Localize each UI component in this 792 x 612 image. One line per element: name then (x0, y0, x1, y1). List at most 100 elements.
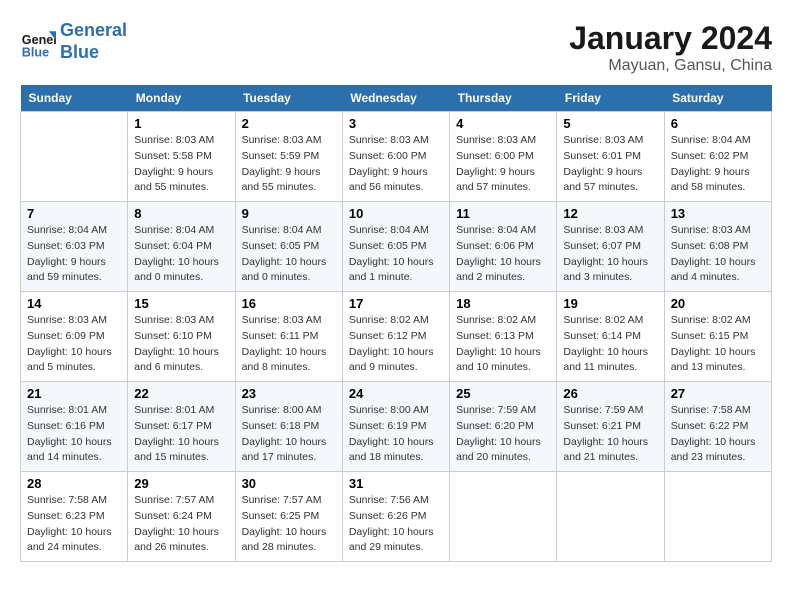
day-info: Sunrise: 8:04 AMSunset: 6:06 PMDaylight:… (456, 223, 550, 286)
day-number: 15 (134, 296, 228, 311)
day-number: 2 (242, 116, 336, 131)
day-number: 6 (671, 116, 765, 131)
day-info: Sunrise: 8:04 AMSunset: 6:04 PMDaylight:… (134, 223, 228, 286)
weekday-header: Tuesday (235, 85, 342, 112)
day-number: 8 (134, 206, 228, 221)
weekday-header: Saturday (664, 85, 771, 112)
calendar-day-cell (557, 472, 664, 562)
weekday-header: Thursday (450, 85, 557, 112)
day-number: 19 (563, 296, 657, 311)
day-info: Sunrise: 8:04 AMSunset: 6:05 PMDaylight:… (242, 223, 336, 286)
day-info: Sunrise: 8:03 AMSunset: 6:08 PMDaylight:… (671, 223, 765, 286)
day-number: 9 (242, 206, 336, 221)
calendar-day-cell: 4 Sunrise: 8:03 AMSunset: 6:00 PMDaylight… (450, 112, 557, 202)
day-number: 20 (671, 296, 765, 311)
day-number: 1 (134, 116, 228, 131)
day-info: Sunrise: 8:03 AMSunset: 6:09 PMDaylight:… (27, 313, 121, 376)
page-header: General Blue General Blue January 2024 M… (20, 20, 772, 75)
calendar-day-cell: 13 Sunrise: 8:03 AMSunset: 6:08 PMDayligh… (664, 202, 771, 292)
calendar-week-row: 28 Sunrise: 7:58 AMSunset: 6:23 PMDayligh… (21, 472, 772, 562)
day-number: 18 (456, 296, 550, 311)
weekday-header: Sunday (21, 85, 128, 112)
day-info: Sunrise: 7:58 AMSunset: 6:23 PMDaylight:… (27, 493, 121, 556)
calendar-day-cell: 3 Sunrise: 8:03 AMSunset: 6:00 PMDaylight… (342, 112, 449, 202)
day-info: Sunrise: 7:57 AMSunset: 6:25 PMDaylight:… (242, 493, 336, 556)
day-number: 10 (349, 206, 443, 221)
calendar-day-cell: 9 Sunrise: 8:04 AMSunset: 6:05 PMDaylight… (235, 202, 342, 292)
day-number: 28 (27, 476, 121, 491)
calendar-day-cell: 10 Sunrise: 8:04 AMSunset: 6:05 PMDayligh… (342, 202, 449, 292)
day-info: Sunrise: 8:02 AMSunset: 6:14 PMDaylight:… (563, 313, 657, 376)
day-info: Sunrise: 8:02 AMSunset: 6:12 PMDaylight:… (349, 313, 443, 376)
day-number: 21 (27, 386, 121, 401)
day-info: Sunrise: 8:00 AMSunset: 6:18 PMDaylight:… (242, 403, 336, 466)
day-number: 12 (563, 206, 657, 221)
calendar-day-cell: 7 Sunrise: 8:04 AMSunset: 6:03 PMDaylight… (21, 202, 128, 292)
logo-general: General (60, 20, 127, 42)
calendar-day-cell: 12 Sunrise: 8:03 AMSunset: 6:07 PMDayligh… (557, 202, 664, 292)
calendar-day-cell: 26Sunrise: 7:59 AMSunset: 6:21 PMDayligh… (557, 382, 664, 472)
weekday-header: Monday (128, 85, 235, 112)
day-number: 29 (134, 476, 228, 491)
day-number: 23 (242, 386, 336, 401)
calendar-day-cell: 5 Sunrise: 8:03 AMSunset: 6:01 PMDaylight… (557, 112, 664, 202)
weekday-header: Friday (557, 85, 664, 112)
day-number: 31 (349, 476, 443, 491)
day-info: Sunrise: 7:58 AMSunset: 6:22 PMDaylight:… (671, 403, 765, 466)
calendar-day-cell (21, 112, 128, 202)
day-number: 5 (563, 116, 657, 131)
calendar-week-row: 1Sunrise: 8:03 AMSunset: 5:58 PMDaylight… (21, 112, 772, 202)
day-info: Sunrise: 7:57 AMSunset: 6:24 PMDaylight:… (134, 493, 228, 556)
day-number: 13 (671, 206, 765, 221)
calendar-day-cell: 24Sunrise: 8:00 AMSunset: 6:19 PMDayligh… (342, 382, 449, 472)
calendar-day-cell: 19 Sunrise: 8:02 AMSunset: 6:14 PMDayligh… (557, 292, 664, 382)
calendar-day-cell (450, 472, 557, 562)
calendar-day-cell: 2 Sunrise: 8:03 AMSunset: 5:59 PMDaylight… (235, 112, 342, 202)
calendar-day-cell: 21Sunrise: 8:01 AMSunset: 6:16 PMDayligh… (21, 382, 128, 472)
calendar-week-row: 21Sunrise: 8:01 AMSunset: 6:16 PMDayligh… (21, 382, 772, 472)
day-info: Sunrise: 8:04 AMSunset: 6:02 PMDaylight:… (671, 133, 765, 196)
day-info: Sunrise: 8:04 AMSunset: 6:05 PMDaylight:… (349, 223, 443, 286)
calendar-day-cell: 11Sunrise: 8:04 AMSunset: 6:06 PMDayligh… (450, 202, 557, 292)
logo-icon: General Blue (20, 24, 56, 60)
day-info: Sunrise: 8:03 AMSunset: 6:00 PMDaylight:… (349, 133, 443, 196)
day-info: Sunrise: 8:01 AMSunset: 6:17 PMDaylight:… (134, 403, 228, 466)
day-info: Sunrise: 8:02 AMSunset: 6:15 PMDaylight:… (671, 313, 765, 376)
day-number: 24 (349, 386, 443, 401)
location-title: Mayuan, Gansu, China (569, 57, 772, 75)
calendar-day-cell: 6 Sunrise: 8:04 AMSunset: 6:02 PMDaylight… (664, 112, 771, 202)
calendar-day-cell: 20 Sunrise: 8:02 AMSunset: 6:15 PMDayligh… (664, 292, 771, 382)
month-title: January 2024 (569, 20, 772, 57)
calendar-day-cell: 16Sunrise: 8:03 AMSunset: 6:11 PMDayligh… (235, 292, 342, 382)
calendar-day-cell: 23 Sunrise: 8:00 AMSunset: 6:18 PMDayligh… (235, 382, 342, 472)
day-info: Sunrise: 8:03 AMSunset: 6:00 PMDaylight:… (456, 133, 550, 196)
day-number: 14 (27, 296, 121, 311)
day-info: Sunrise: 8:04 AMSunset: 6:03 PMDaylight:… (27, 223, 121, 286)
svg-text:Blue: Blue (22, 45, 49, 59)
day-number: 27 (671, 386, 765, 401)
calendar-day-cell: 14 Sunrise: 8:03 AMSunset: 6:09 PMDayligh… (21, 292, 128, 382)
day-number: 3 (349, 116, 443, 131)
day-info: Sunrise: 8:03 AMSunset: 6:07 PMDaylight:… (563, 223, 657, 286)
logo: General Blue General Blue (20, 20, 127, 63)
calendar-day-cell (664, 472, 771, 562)
calendar-week-row: 14 Sunrise: 8:03 AMSunset: 6:09 PMDayligh… (21, 292, 772, 382)
calendar-day-cell: 1Sunrise: 8:03 AMSunset: 5:58 PMDaylight… (128, 112, 235, 202)
day-info: Sunrise: 8:02 AMSunset: 6:13 PMDaylight:… (456, 313, 550, 376)
calendar-header: SundayMondayTuesdayWednesdayThursdayFrid… (21, 85, 772, 112)
calendar-table: SundayMondayTuesdayWednesdayThursdayFrid… (20, 85, 772, 562)
day-number: 25 (456, 386, 550, 401)
day-number: 4 (456, 116, 550, 131)
day-info: Sunrise: 8:03 AMSunset: 6:01 PMDaylight:… (563, 133, 657, 196)
day-number: 30 (242, 476, 336, 491)
calendar-day-cell: 30 Sunrise: 7:57 AMSunset: 6:25 PMDayligh… (235, 472, 342, 562)
day-info: Sunrise: 7:59 AMSunset: 6:20 PMDaylight:… (456, 403, 550, 466)
day-number: 16 (242, 296, 336, 311)
day-info: Sunrise: 7:59 AMSunset: 6:21 PMDaylight:… (563, 403, 657, 466)
day-number: 22 (134, 386, 228, 401)
calendar-day-cell: 17Sunrise: 8:02 AMSunset: 6:12 PMDayligh… (342, 292, 449, 382)
day-number: 7 (27, 206, 121, 221)
calendar-day-cell: 31Sunrise: 7:56 AMSunset: 6:26 PMDayligh… (342, 472, 449, 562)
day-info: Sunrise: 8:03 AMSunset: 5:59 PMDaylight:… (242, 133, 336, 196)
calendar-week-row: 7 Sunrise: 8:04 AMSunset: 6:03 PMDaylight… (21, 202, 772, 292)
